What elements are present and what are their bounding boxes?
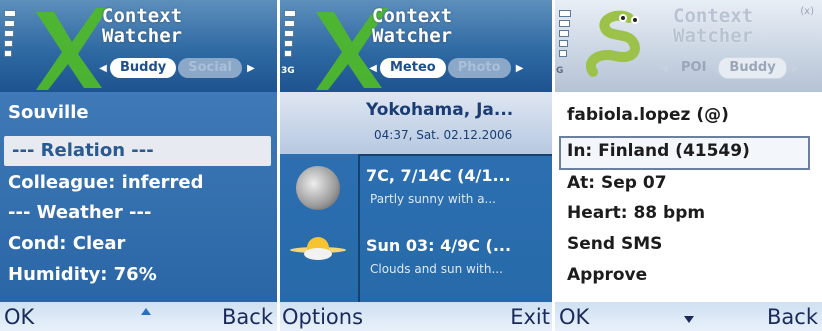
tab-strip: ◀ Meteo Photo ▶ <box>366 56 527 80</box>
softkey-bar: OK Back <box>555 302 822 331</box>
title-bar: G (x) Context Watcher ◀ POI Buddy ▶ <box>555 0 822 92</box>
date-time: 04:37, Sat. 02.12.2006 <box>374 128 513 142</box>
tab-photo[interactable]: Photo <box>447 58 511 78</box>
forecast-sunday-desc: Clouds and sun with... <box>370 262 503 276</box>
back-softkey[interactable]: Back <box>767 305 818 329</box>
scroll-down-indicator-icon <box>684 316 694 323</box>
app-title: Context Watcher <box>102 6 182 46</box>
scroll-up-indicator-icon <box>141 308 151 315</box>
list-item[interactable]: Cond: Clear <box>0 229 277 259</box>
title-bar: 3G Context Watcher ◀ Meteo Photo ▶ <box>280 0 552 92</box>
signal-strength-icon <box>284 10 296 74</box>
snake-mascot-icon <box>586 10 640 77</box>
tab-right-arrow-icon[interactable]: ▶ <box>789 63 803 74</box>
softkey-bar: OK Back <box>0 302 277 331</box>
tab-right-arrow-icon[interactable]: ▶ <box>244 63 258 74</box>
app-title: Context Watcher <box>372 6 452 46</box>
signal-strength-icon <box>559 10 571 74</box>
ok-softkey[interactable]: OK <box>4 305 34 329</box>
options-softkey[interactable]: Options <box>282 305 363 329</box>
sun-cloud-weather-icon <box>290 237 346 260</box>
app-title-line1: Context <box>673 5 754 27</box>
city-name: Yokohama, Ja... <box>366 100 514 120</box>
forecast-sunday-temps[interactable]: Sun 03: 4/9C (... <box>366 236 511 255</box>
tab-strip: ◀ POI Buddy ▶ <box>657 56 803 80</box>
signal-strength-icon <box>4 10 16 74</box>
app-title-line1: Context <box>102 5 183 27</box>
tab-left-arrow-icon[interactable]: ◀ <box>366 63 380 74</box>
exit-softkey[interactable]: Exit <box>510 305 550 329</box>
list-item-selected[interactable]: --- Relation --- <box>4 136 271 166</box>
forecast-today-desc: Partly sunny with a... <box>370 192 496 206</box>
network-type-label: 3G <box>281 66 295 76</box>
app-title-line2: Watcher <box>372 25 453 47</box>
list-item[interactable]: --- Weather --- <box>0 198 277 228</box>
tab-social[interactable]: Social <box>178 58 242 78</box>
list-item-selected[interactable]: In: Finland (41549) <box>559 136 810 170</box>
list-item[interactable]: Humidity: 76% <box>0 260 277 290</box>
tab-left-arrow-icon[interactable]: ◀ <box>96 63 110 74</box>
screenshots-row: Context Watcher ◀ Buddy Social ▶ Souvill… <box>0 0 822 331</box>
tab-left-arrow-icon[interactable]: ◀ <box>657 63 671 74</box>
tab-buddy[interactable]: Buddy <box>718 57 787 79</box>
buddy-profile-list: fabiola.lopez (@) In: Finland (41549) At… <box>555 92 822 302</box>
network-type-label: G <box>556 66 564 76</box>
phone-screen-poi-buddy: G (x) Context Watcher ◀ POI Buddy ▶ fabi… <box>555 0 822 331</box>
tab-buddy[interactable]: Buddy <box>110 58 177 78</box>
forecast-today-temps[interactable]: 7C, 7/14C (4/1... <box>366 166 511 185</box>
ok-softkey[interactable]: OK <box>559 305 589 329</box>
app-title: Context Watcher <box>673 6 753 46</box>
buddy-details-list: Souville --- Relation --- Colleague: inf… <box>0 92 277 302</box>
tab-right-arrow-icon[interactable]: ▶ <box>513 63 527 74</box>
approve-item[interactable]: Approve <box>555 260 822 290</box>
title-bar: Context Watcher ◀ Buddy Social ▶ <box>0 0 277 92</box>
tab-strip: ◀ Buddy Social ▶ <box>96 56 258 80</box>
tab-poi[interactable]: POI <box>671 58 716 78</box>
list-item[interactable]: Colleague: inferred <box>0 168 277 198</box>
list-item[interactable]: At: Sep 07 <box>555 168 822 198</box>
app-title-line1: Context <box>372 5 453 27</box>
weather-view: Yokohama, Ja... 04:37, Sat. 02.12.2006 7… <box>280 92 552 302</box>
back-softkey[interactable]: Back <box>222 305 273 329</box>
tab-meteo[interactable]: Meteo <box>380 58 446 78</box>
list-item[interactable]: Heart: 88 bpm <box>555 198 822 228</box>
list-item[interactable]: Souville <box>0 98 277 128</box>
send-sms-item[interactable]: Send SMS <box>555 229 822 259</box>
app-title-line2: Watcher <box>102 25 183 47</box>
app-title-line2: Watcher <box>673 25 754 47</box>
phone-screen-buddy-social: Context Watcher ◀ Buddy Social ▶ Souvill… <box>0 0 277 331</box>
location-header: Yokohama, Ja... 04:37, Sat. 02.12.2006 <box>280 92 552 154</box>
phone-screen-meteo: 3G Context Watcher ◀ Meteo Photo ▶ Yokoh… <box>280 0 552 331</box>
softkey-bar: Options Exit <box>280 302 552 331</box>
connection-indicator: (x) <box>800 6 814 17</box>
buddy-name[interactable]: fabiola.lopez (@) <box>555 100 822 130</box>
moon-weather-icon <box>296 166 340 210</box>
